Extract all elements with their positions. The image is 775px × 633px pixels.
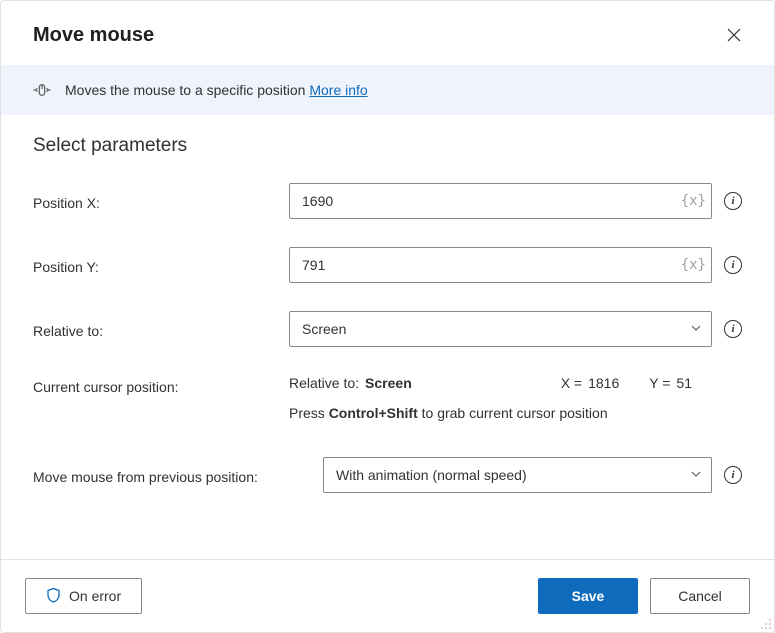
on-error-button[interactable]: On error — [25, 578, 142, 614]
close-button[interactable] — [718, 19, 750, 51]
label-position-x: Position X: — [33, 191, 289, 211]
close-icon — [727, 28, 741, 42]
cursor-y-value: 51 — [676, 375, 692, 391]
label-cursor-position: Current cursor position: — [33, 375, 289, 395]
cursor-x-value: 1816 — [588, 375, 619, 391]
select-move-mode[interactable]: With animation (normal speed) — [323, 457, 712, 493]
dialog-footer: On error Save Cancel — [1, 559, 774, 632]
dialog-title: Move mouse — [33, 24, 154, 47]
shield-icon — [46, 587, 61, 606]
variable-picker-x[interactable]: {x} — [681, 193, 706, 209]
info-icon[interactable]: i — [724, 256, 742, 274]
input-position-y[interactable] — [289, 247, 712, 283]
banner-text: Moves the mouse to a specific position — [65, 82, 305, 98]
move-mouse-icon — [33, 81, 51, 99]
row-position-y: Position Y: {x} i — [33, 247, 742, 283]
cancel-button[interactable]: Cancel — [650, 578, 750, 614]
label-move-mode: Move mouse from previous position: — [33, 465, 323, 485]
info-icon[interactable]: i — [724, 320, 742, 338]
info-icon[interactable]: i — [724, 192, 742, 210]
info-banner: Moves the mouse to a specific position M… — [1, 65, 774, 115]
cursor-hint: Press Control+Shift to grab current curs… — [289, 405, 742, 421]
dialog-header: Move mouse — [1, 1, 774, 65]
label-position-y: Position Y: — [33, 255, 289, 275]
more-info-link[interactable]: More info — [309, 82, 367, 98]
select-relative-to[interactable]: Screen — [289, 311, 712, 347]
label-relative-to: Relative to: — [33, 319, 289, 339]
move-mouse-dialog: Move mouse Moves the mouse to a specific… — [0, 0, 775, 633]
save-button[interactable]: Save — [538, 578, 638, 614]
cursor-readout: Relative to: Screen X = 1816 Y = 51 — [289, 375, 742, 391]
info-icon[interactable]: i — [724, 466, 742, 484]
variable-picker-y[interactable]: {x} — [681, 257, 706, 273]
input-position-x[interactable] — [289, 183, 712, 219]
section-heading: Select parameters — [33, 135, 742, 157]
dialog-body: Select parameters Position X: {x} i Posi… — [1, 115, 774, 559]
row-move-mode: Move mouse from previous position: With … — [33, 457, 742, 493]
row-position-x: Position X: {x} i — [33, 183, 742, 219]
row-cursor-position: Current cursor position: Relative to: Sc… — [33, 375, 742, 421]
row-relative-to: Relative to: Screen i — [33, 311, 742, 347]
